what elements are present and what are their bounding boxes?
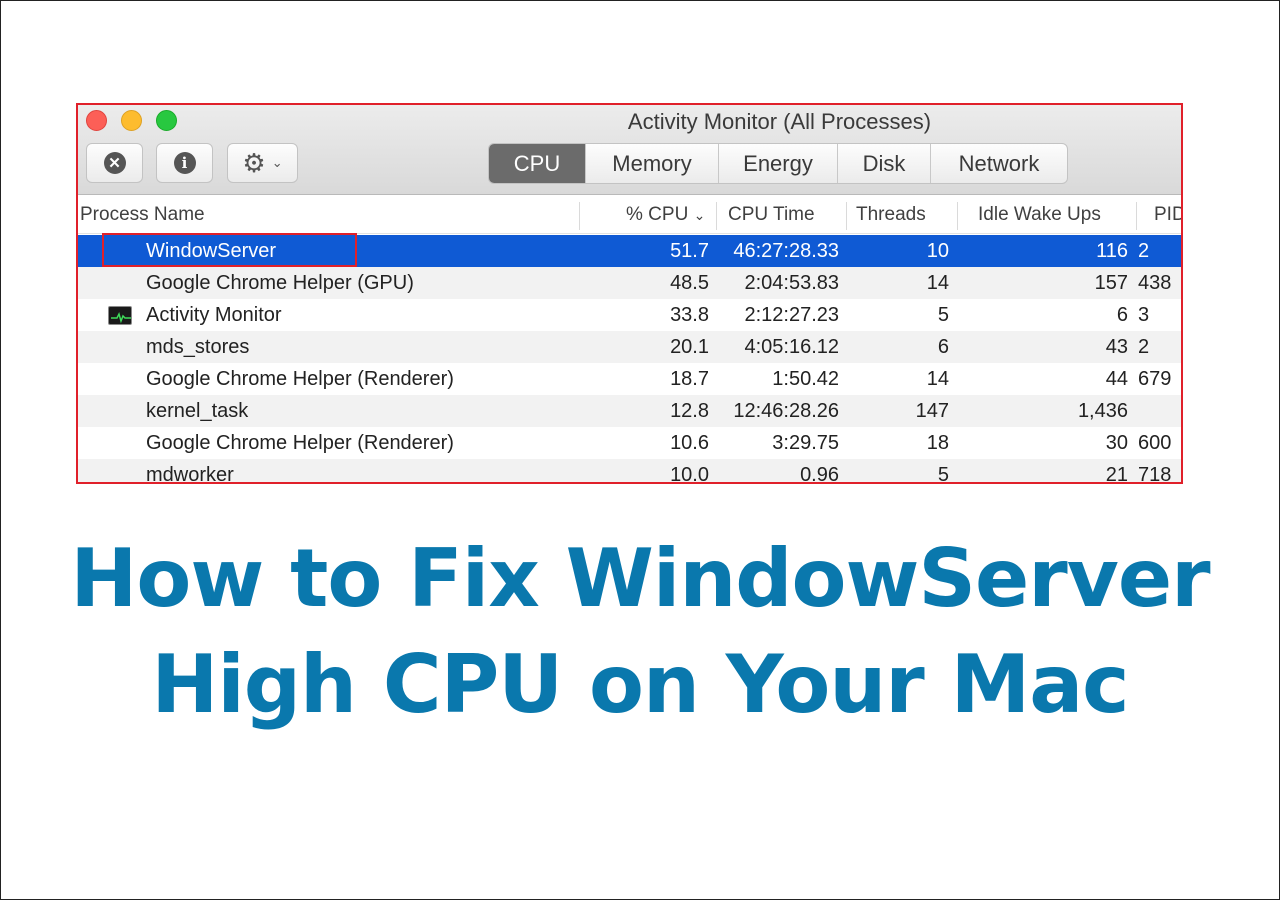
sort-descending-icon: ⌄ (693, 207, 706, 223)
thread-count: 18 (926, 432, 949, 454)
cpu-percent: 18.7 (670, 368, 709, 390)
process-name: mds_stores (146, 336, 250, 358)
tab-cpu[interactable]: CPU (489, 144, 586, 183)
column-divider (579, 202, 580, 230)
column-pid[interactable]: PID (1154, 196, 1181, 234)
table-row[interactable]: kernel_task 12.8 12:46:28.26 147 1,436 (78, 395, 1181, 427)
column-cpu-label: % CPU (626, 204, 689, 225)
pid: 718 (1138, 464, 1172, 484)
pid: 3 (1138, 304, 1150, 326)
windowserver-highlight-box (102, 233, 357, 267)
thread-count: 14 (926, 368, 949, 390)
idle-wake-ups: 44 (1105, 368, 1128, 390)
column-process-name[interactable]: Process Name (80, 196, 205, 234)
pid: 438 (1138, 272, 1172, 294)
cpu-percent: 33.8 (670, 304, 709, 326)
x-circle-icon: ✕ (103, 152, 126, 174)
thread-count: 10 (926, 240, 949, 262)
process-name: Google Chrome Helper (Renderer) (146, 432, 454, 454)
activity-monitor-app-icon (108, 306, 132, 325)
table-row[interactable]: mds_stores 20.1 4:05:16.12 6 43 2 (78, 331, 1181, 363)
cpu-percent: 20.1 (670, 336, 709, 358)
process-name: kernel_task (146, 400, 249, 422)
table-row[interactable]: Google Chrome Helper (Renderer) 10.6 3:2… (78, 427, 1181, 459)
cpu-percent: 48.5 (670, 272, 709, 294)
column-divider (1136, 202, 1137, 230)
cpu-time: 3:29.75 (772, 432, 839, 454)
process-name: Google Chrome Helper (GPU) (146, 272, 414, 294)
column-divider (716, 202, 717, 230)
thread-count: 147 (915, 400, 949, 422)
idle-wake-ups: 21 (1105, 464, 1128, 484)
activity-monitor-window: Activity Monitor (All Processes) ✕ i ⚙ ⌄… (76, 103, 1183, 484)
thread-count: 14 (926, 272, 949, 294)
chevron-down-icon: ⌄ (271, 155, 283, 170)
process-name: Activity Monitor (146, 304, 282, 326)
tab-energy[interactable]: Energy (719, 144, 838, 183)
column-divider (846, 202, 847, 230)
cpu-time: 4:05:16.12 (744, 336, 839, 358)
cpu-percent: 51.7 (670, 240, 709, 262)
cpu-percent: 10.6 (670, 432, 709, 454)
column-cpu-percent[interactable]: % CPU ⌄ (626, 196, 705, 234)
table-row[interactable]: Activity Monitor 33.8 2:12:27.23 5 6 3 (78, 299, 1181, 331)
idle-wake-ups: 1,436 (1077, 400, 1128, 422)
pid: 679 (1138, 368, 1172, 390)
cpu-time: 46:27:28.33 (733, 240, 839, 262)
idle-wake-ups: 157 (1094, 272, 1128, 294)
action-menu-button[interactable]: ⚙ ⌄ (227, 143, 298, 183)
cpu-time: 2:12:27.23 (744, 304, 839, 326)
table-row[interactable]: mdworker 10.0 0.96 5 21 718 (78, 459, 1181, 484)
gear-icon: ⚙ (242, 148, 266, 178)
view-tabs: CPU Memory Energy Disk Network (488, 143, 1068, 184)
pid: 600 (1138, 432, 1172, 454)
cpu-time: 2:04:53.83 (744, 272, 839, 294)
idle-wake-ups: 30 (1105, 432, 1128, 454)
column-idle-wake-ups[interactable]: Idle Wake Ups (978, 196, 1101, 234)
table-header: Process Name % CPU ⌄ CPU Time Threads Id… (78, 196, 1181, 234)
window-title: Activity Monitor (All Processes) (627, 109, 932, 134)
column-threads[interactable]: Threads (856, 196, 926, 234)
tab-memory[interactable]: Memory (586, 144, 719, 183)
quit-process-button[interactable]: ✕ (86, 143, 143, 183)
thread-count: 5 (937, 304, 949, 326)
table-row[interactable]: Google Chrome Helper (GPU) 48.5 2:04:53.… (78, 267, 1181, 299)
cpu-time: 0.96 (800, 464, 839, 484)
tab-disk[interactable]: Disk (838, 144, 931, 183)
cpu-percent: 10.0 (670, 464, 709, 484)
headline-line-1: How to Fix WindowServer (70, 532, 1210, 625)
info-icon: i (173, 152, 196, 174)
process-name: mdworker (146, 464, 234, 484)
idle-wake-ups: 43 (1105, 336, 1128, 358)
cpu-time: 1:50.42 (772, 368, 839, 390)
thread-count: 6 (937, 336, 949, 358)
headline-line-2: High CPU on Your Mac (151, 638, 1129, 731)
cpu-percent: 12.8 (670, 400, 709, 422)
pid: 2 (1138, 240, 1150, 262)
inspect-process-button[interactable]: i (156, 143, 213, 183)
process-name: Google Chrome Helper (Renderer) (146, 368, 454, 390)
pid: 2 (1138, 336, 1150, 358)
tab-network[interactable]: Network (931, 144, 1067, 183)
cpu-time: 12:46:28.26 (733, 400, 839, 422)
idle-wake-ups: 116 (1096, 240, 1128, 262)
column-divider (957, 202, 958, 230)
article-headline: How to Fix WindowServer High CPU on Your… (0, 526, 1280, 738)
thread-count: 5 (937, 464, 949, 484)
table-row[interactable]: Google Chrome Helper (Renderer) 18.7 1:5… (78, 363, 1181, 395)
window-titlebar: Activity Monitor (All Processes) ✕ i ⚙ ⌄… (78, 105, 1181, 195)
process-table-body: WindowServer 51.7 46:27:28.33 10 116 2 G… (78, 235, 1181, 484)
idle-wake-ups: 6 (1116, 304, 1128, 326)
column-cpu-time[interactable]: CPU Time (728, 196, 815, 234)
